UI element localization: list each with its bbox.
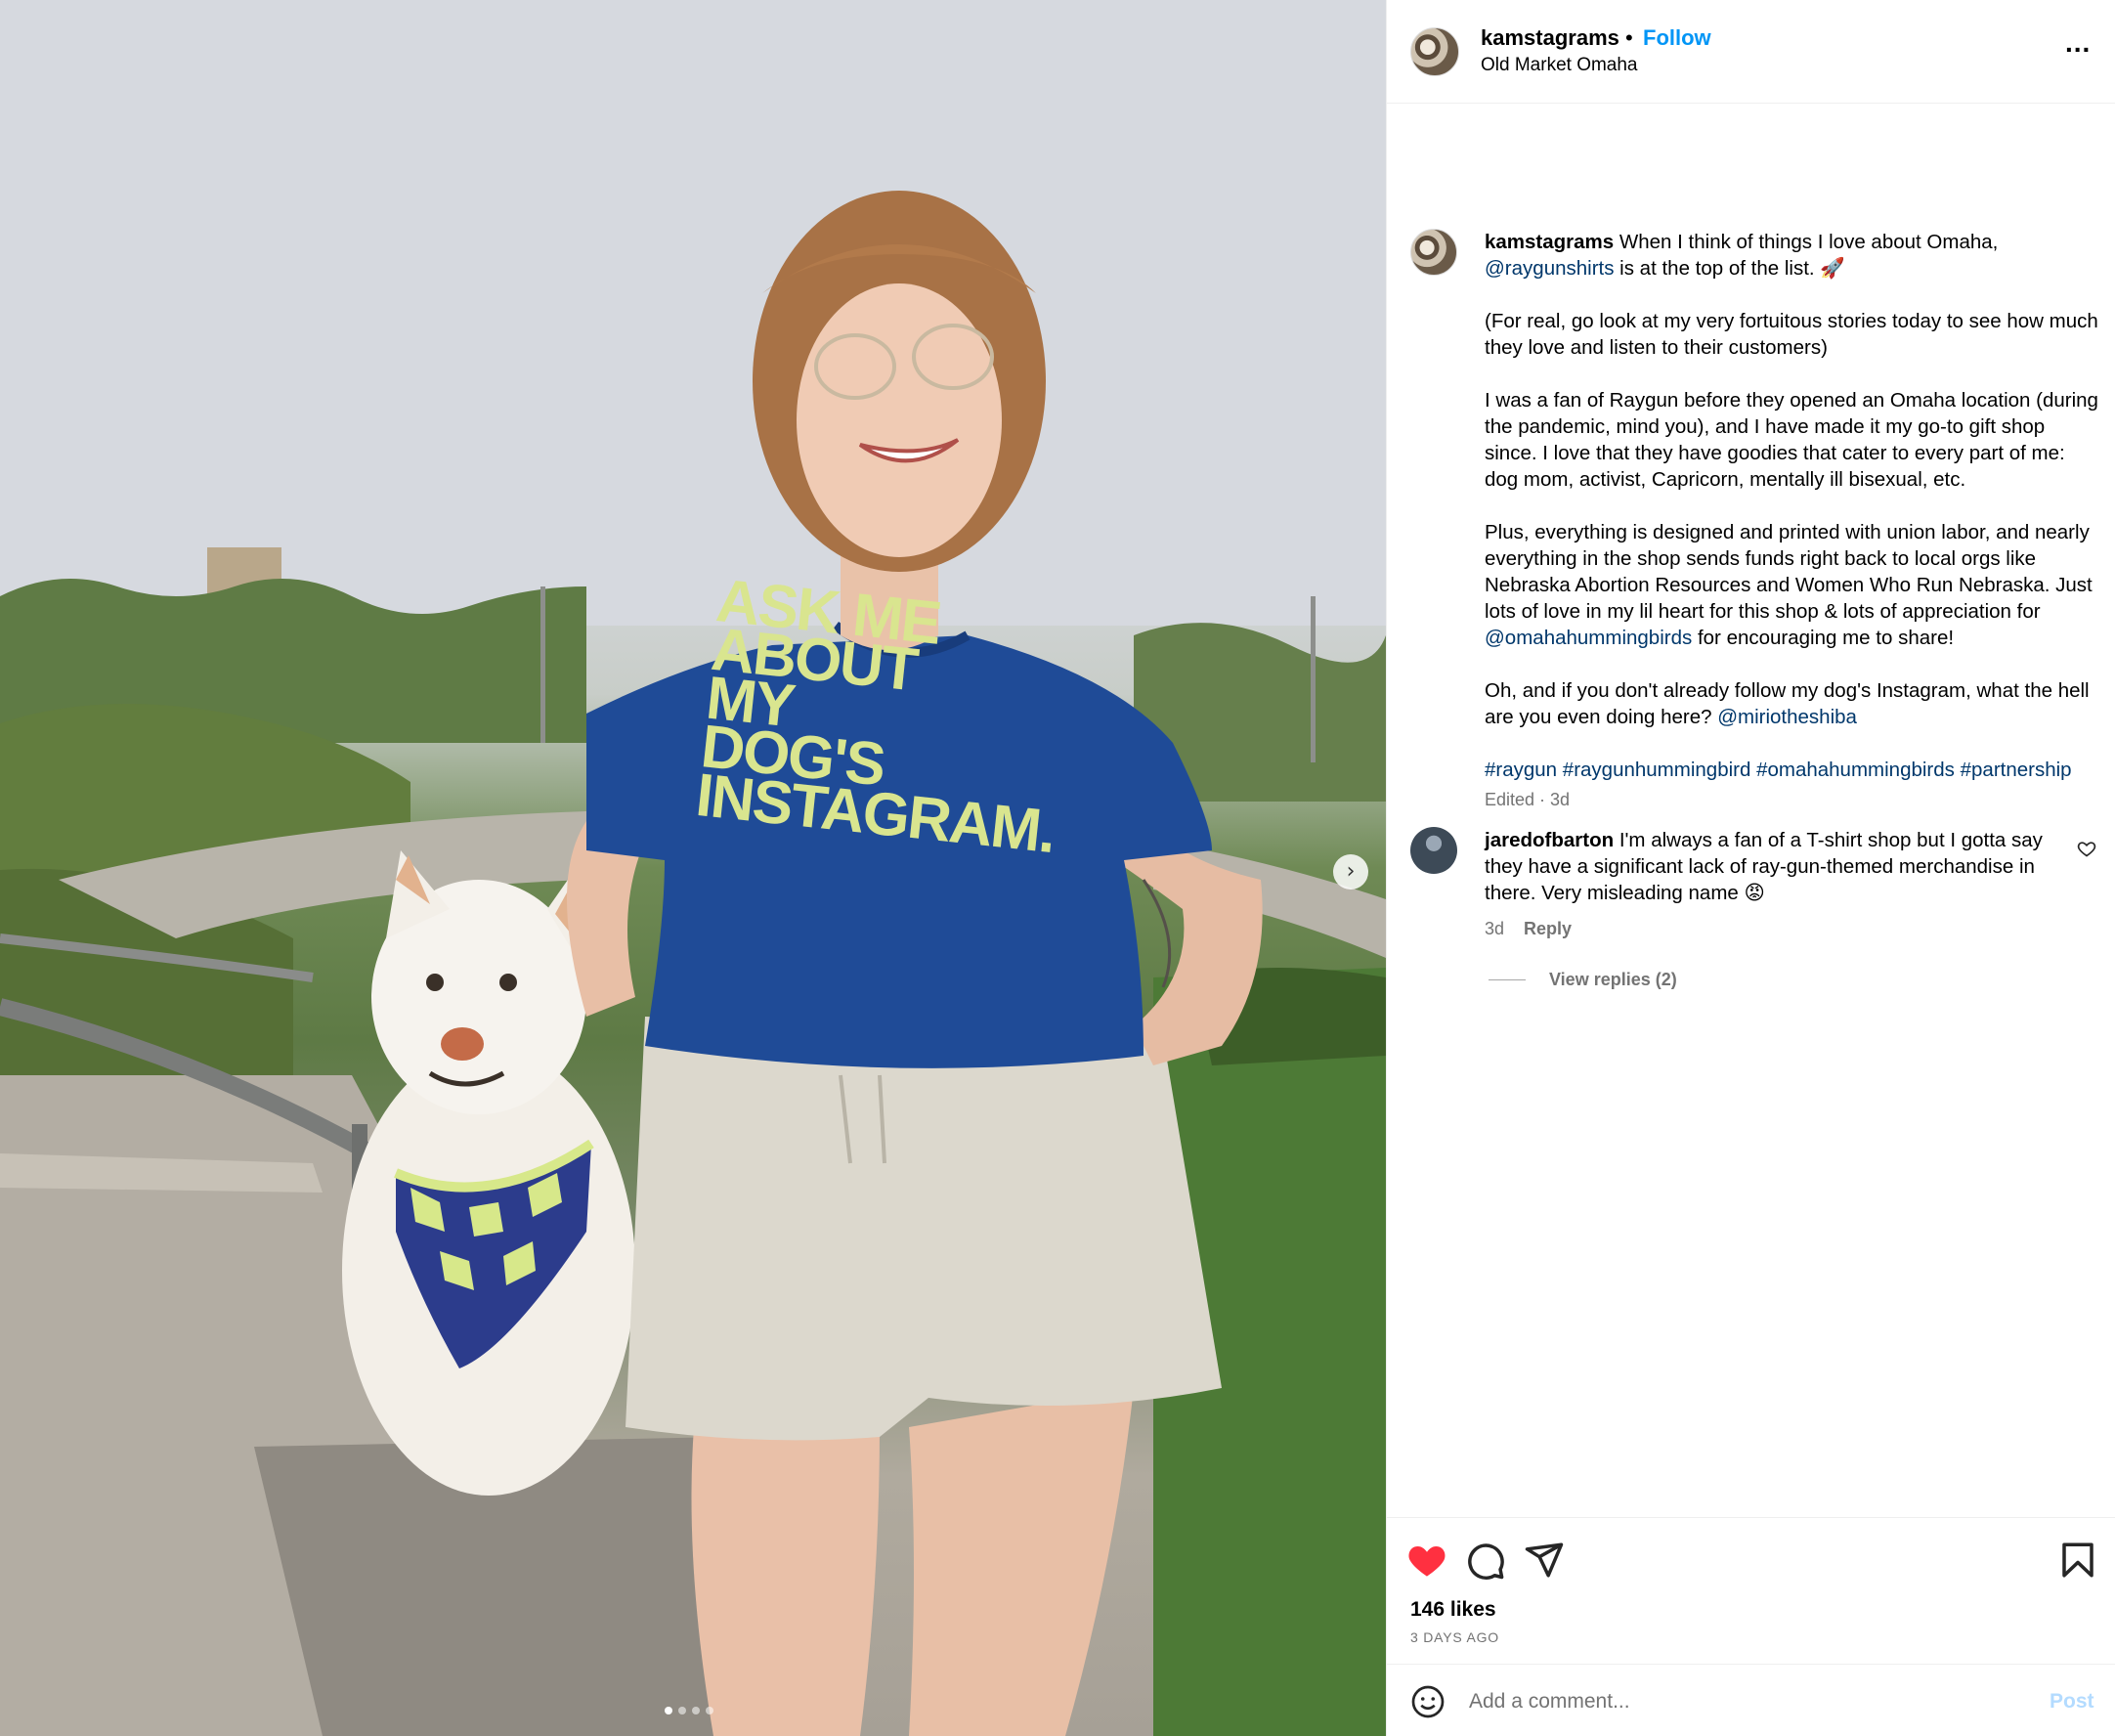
mention-link[interactable]: @miriotheshiba	[1717, 706, 1857, 728]
comment: jaredofbarton I'm always a fan of a T-sh…	[1485, 827, 2051, 906]
more-options-icon[interactable]: ...	[2065, 29, 2091, 57]
replies-divider	[1489, 979, 1526, 980]
carousel-dots	[665, 1707, 713, 1714]
carousel-dot	[665, 1707, 672, 1714]
post-details-panel: kamstagrams • Follow Old Market Omaha ..…	[1386, 0, 2115, 1736]
post-photo[interactable]: ASK ME ABOUT MY DOG'S INSTAGRAM. ›	[0, 0, 1386, 1736]
hashtag-link[interactable]: #omahahummingbirds	[1756, 759, 1955, 781]
next-photo-button[interactable]: ›	[1333, 854, 1368, 890]
hashtag-link[interactable]: #raygun	[1485, 759, 1557, 781]
bookmark-icon[interactable]	[2057, 1540, 2098, 1581]
photo-scene	[0, 0, 1386, 1736]
post-date: 3 DAYS AGO	[1410, 1629, 1499, 1645]
send-icon[interactable]	[1524, 1540, 1565, 1581]
mention-link[interactable]: @omahahummingbirds	[1485, 627, 1692, 649]
comment-meta: 3d Reply	[1485, 919, 1572, 939]
post-location[interactable]: Old Market Omaha	[1481, 55, 1638, 76]
caption-paragraph: I was a fan of Raygun before they opened…	[1485, 389, 2098, 491]
post-caption: kamstagrams When I think of things I lov…	[1485, 229, 2100, 813]
caption-meta: Edited · 3d	[1485, 790, 1571, 809]
caption-text: for encouraging me to share!	[1692, 627, 1955, 649]
caption-text: Plus, everything is designed and printed…	[1485, 521, 2093, 623]
hashtags: #raygun #raygunhummingbird #omahahumming…	[1485, 757, 2100, 783]
hashtag-link[interactable]: #raygunhummingbird	[1563, 759, 1751, 781]
carousel-dot	[678, 1707, 686, 1714]
author-avatar[interactable]	[1410, 27, 1459, 76]
follow-button[interactable]: Follow	[1643, 25, 1711, 51]
like-comment-icon[interactable]	[2077, 839, 2096, 858]
post-comment-button[interactable]: Post	[2050, 1690, 2094, 1714]
add-comment-bar: Post	[1387, 1664, 2115, 1736]
view-replies-label: View replies (2)	[1549, 970, 1677, 989]
post-header: kamstagrams • Follow Old Market Omaha ..…	[1387, 0, 2115, 104]
commenter-avatar[interactable]	[1410, 827, 1457, 874]
heart-filled-icon[interactable]	[1406, 1540, 1447, 1581]
commenter-username[interactable]: jaredofbarton	[1485, 829, 1614, 851]
comment-input[interactable]	[1469, 1682, 1987, 1721]
likes-count[interactable]: 146 likes	[1410, 1598, 1496, 1622]
carousel-dot	[706, 1707, 713, 1714]
comment-time: 3d	[1485, 919, 1505, 938]
reply-button[interactable]: Reply	[1524, 919, 1572, 939]
caption-text: When I think of things I love about Omah…	[1614, 231, 1999, 253]
author-username[interactable]: kamstagrams	[1481, 25, 1619, 51]
mention-link[interactable]: @raygunshirts	[1485, 257, 1614, 280]
hashtag-link[interactable]: #partnership	[1961, 759, 2072, 781]
shirt-graphic-text: ASK ME ABOUT MY DOG'S INSTAGRAM.	[692, 567, 1058, 867]
emoji-icon[interactable]	[1410, 1684, 1446, 1719]
separator-dot: •	[1625, 25, 1633, 50]
comment-icon[interactable]	[1465, 1540, 1506, 1581]
carousel-dot	[692, 1707, 700, 1714]
caption-avatar[interactable]	[1410, 229, 1457, 276]
post-actions: 146 likes 3 DAYS AGO	[1387, 1517, 2115, 1664]
caption-paragraph: (For real, go look at my very fortuitous…	[1485, 310, 2098, 359]
view-replies-button[interactable]: View replies (2)	[1489, 970, 1677, 990]
chevron-right-icon: ›	[1346, 859, 1356, 884]
caption-text: is at the top of the list. 🚀	[1614, 257, 1845, 280]
caption-username[interactable]: kamstagrams	[1485, 231, 1614, 253]
